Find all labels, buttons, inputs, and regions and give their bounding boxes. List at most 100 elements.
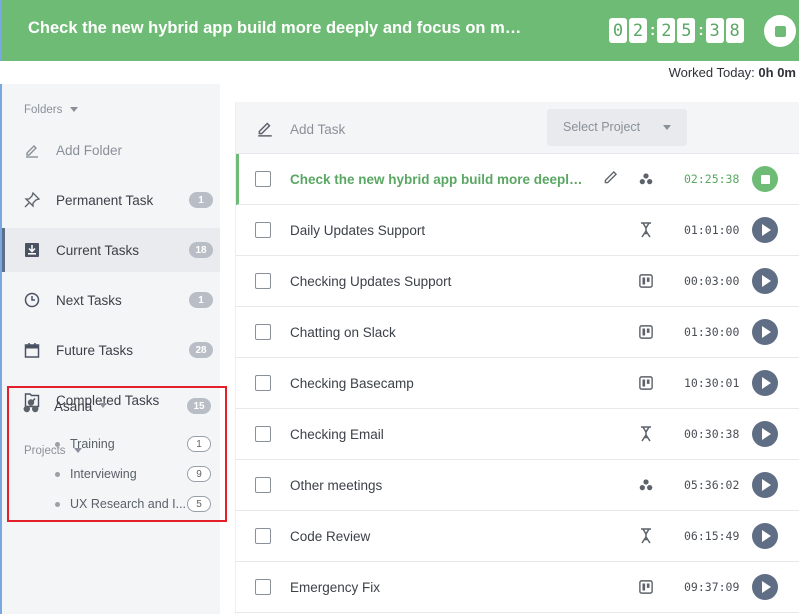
task-checkbox[interactable] [255,375,271,391]
timer-digit: 2 [657,18,676,43]
pencil-icon[interactable] [256,119,274,142]
task-name[interactable]: Check the new hybrid app build more deep… [290,172,590,187]
project-asana[interactable]: Asana 15 [9,388,227,424]
project-child-label: Training [70,437,115,451]
task-duration: 01:30:00 [684,325,740,339]
start-task-button[interactable] [752,523,778,549]
play-icon [762,479,771,491]
task-name[interactable]: Chatting on Slack [290,325,396,340]
sidebar-item-next-tasks[interactable]: Next Tasks 1 [2,278,220,322]
play-icon [762,428,771,440]
asana-icon [638,477,654,493]
timer-digit: 2 [629,18,647,43]
start-task-button[interactable] [752,370,778,396]
count-badge: 5 [187,496,211,512]
caret-down-icon [70,107,79,113]
timer-digit: 8 [725,18,744,43]
sidebar-item-permanent-task[interactable]: Permanent Task 1 [2,178,220,222]
count-badge: 1 [189,192,213,208]
task-row[interactable]: Check the new hybrid app build more deep… [236,154,799,205]
count-badge: 18 [189,242,213,258]
jira-icon [638,528,654,544]
jira-icon [638,426,654,442]
start-task-button[interactable] [752,268,778,294]
play-icon [762,530,771,542]
task-checkbox[interactable] [255,324,271,340]
task-name[interactable]: Checking Email [290,427,384,442]
stop-icon [774,25,786,37]
task-row[interactable]: Checking Email 00:30:38 [236,409,799,460]
task-checkbox[interactable] [255,426,271,442]
folders-section-toggle[interactable]: Folders [24,104,79,116]
sidebar-item-label: Current Tasks [56,242,140,258]
task-checkbox[interactable] [255,528,271,544]
timer-colon: : [650,21,656,39]
bullet-dot [55,471,60,477]
project-child-interviewing[interactable]: Interviewing 9 [9,462,227,486]
worked-today-value: 0h 0m [758,65,796,80]
timer-digit: 3 [705,18,724,43]
sidebar-item-current-tasks[interactable]: Current Tasks 18 [2,228,220,272]
task-checkbox[interactable] [255,477,271,493]
start-task-button[interactable] [752,217,778,243]
add-task-input[interactable]: Add Task [290,122,345,137]
task-list-panel: Add Task Select Project Check the new hy… [235,102,799,614]
task-duration: 09:37:09 [684,580,740,594]
bullet-dot [55,501,60,507]
stop-task-button[interactable] [752,166,778,192]
task-duration: 00:30:38 [684,427,740,441]
start-task-button[interactable] [752,472,778,498]
count-badge: 1 [187,436,211,452]
count-badge: 15 [187,398,211,414]
task-checkbox[interactable] [255,171,271,187]
play-icon [762,377,771,389]
play-icon [762,224,771,236]
trello-icon [638,324,654,340]
add-folder-label: Add Folder [56,142,123,158]
sidebar-item-label: Future Tasks [56,342,134,358]
folders-label: Folders [24,104,63,116]
task-name[interactable]: Other meetings [290,478,382,493]
edit-icon[interactable] [602,168,620,191]
sidebar-item-label: Next Tasks [56,292,122,308]
task-row[interactable]: Emergency Fix 09:37:09 [236,562,799,613]
worked-today: Worked Today: 0h 0m [669,65,796,80]
clock-icon [23,291,41,309]
project-child-training[interactable]: Training 1 [9,432,227,456]
task-duration: 10:30:01 [684,376,740,390]
caret-down-icon[interactable] [99,403,107,408]
start-task-button[interactable] [752,574,778,600]
task-toolbar: Add Task Select Project [236,102,799,154]
task-name[interactable]: Daily Updates Support [290,223,425,238]
stop-icon [760,174,770,184]
task-duration: 05:36:02 [684,478,740,492]
running-task-title: Check the new hybrid app build more deep… [28,19,528,37]
task-row[interactable]: Other meetings 05:36:02 [236,460,799,511]
task-checkbox[interactable] [255,222,271,238]
task-name[interactable]: Checking Basecamp [290,376,414,391]
start-task-button[interactable] [752,421,778,447]
stop-timer-button[interactable] [764,15,796,47]
task-row[interactable]: Checking Updates Support 00:03:00 [236,256,799,307]
task-row[interactable]: Checking Basecamp 10:30:01 [236,358,799,409]
task-name[interactable]: Emergency Fix [290,580,380,595]
calendar-icon [23,341,41,359]
select-project-dropdown[interactable]: Select Project [547,109,687,146]
jira-icon [638,222,654,238]
select-project-label: Select Project [563,120,641,134]
asana-icon [22,397,40,415]
start-task-button[interactable] [752,319,778,345]
sidebar-item-future-tasks[interactable]: Future Tasks 28 [2,328,220,372]
task-name[interactable]: Code Review [290,529,370,544]
task-name[interactable]: Checking Updates Support [290,274,451,289]
add-folder-button[interactable]: Add Folder [2,128,220,172]
task-row[interactable]: Chatting on Slack 01:30:00 [236,307,799,358]
play-icon [762,326,771,338]
task-row[interactable]: Code Review 06:15:49 [236,511,799,562]
task-checkbox[interactable] [255,273,271,289]
task-row[interactable]: Daily Updates Support 01:01:00 [236,205,799,256]
project-child-ux-research[interactable]: UX Research and I... 5 [9,492,227,516]
running-task-header: Check the new hybrid app build more deep… [0,0,799,61]
task-checkbox[interactable] [255,579,271,595]
elapsed-timer: 0 2 : 2 5 : 3 8 [609,18,746,43]
